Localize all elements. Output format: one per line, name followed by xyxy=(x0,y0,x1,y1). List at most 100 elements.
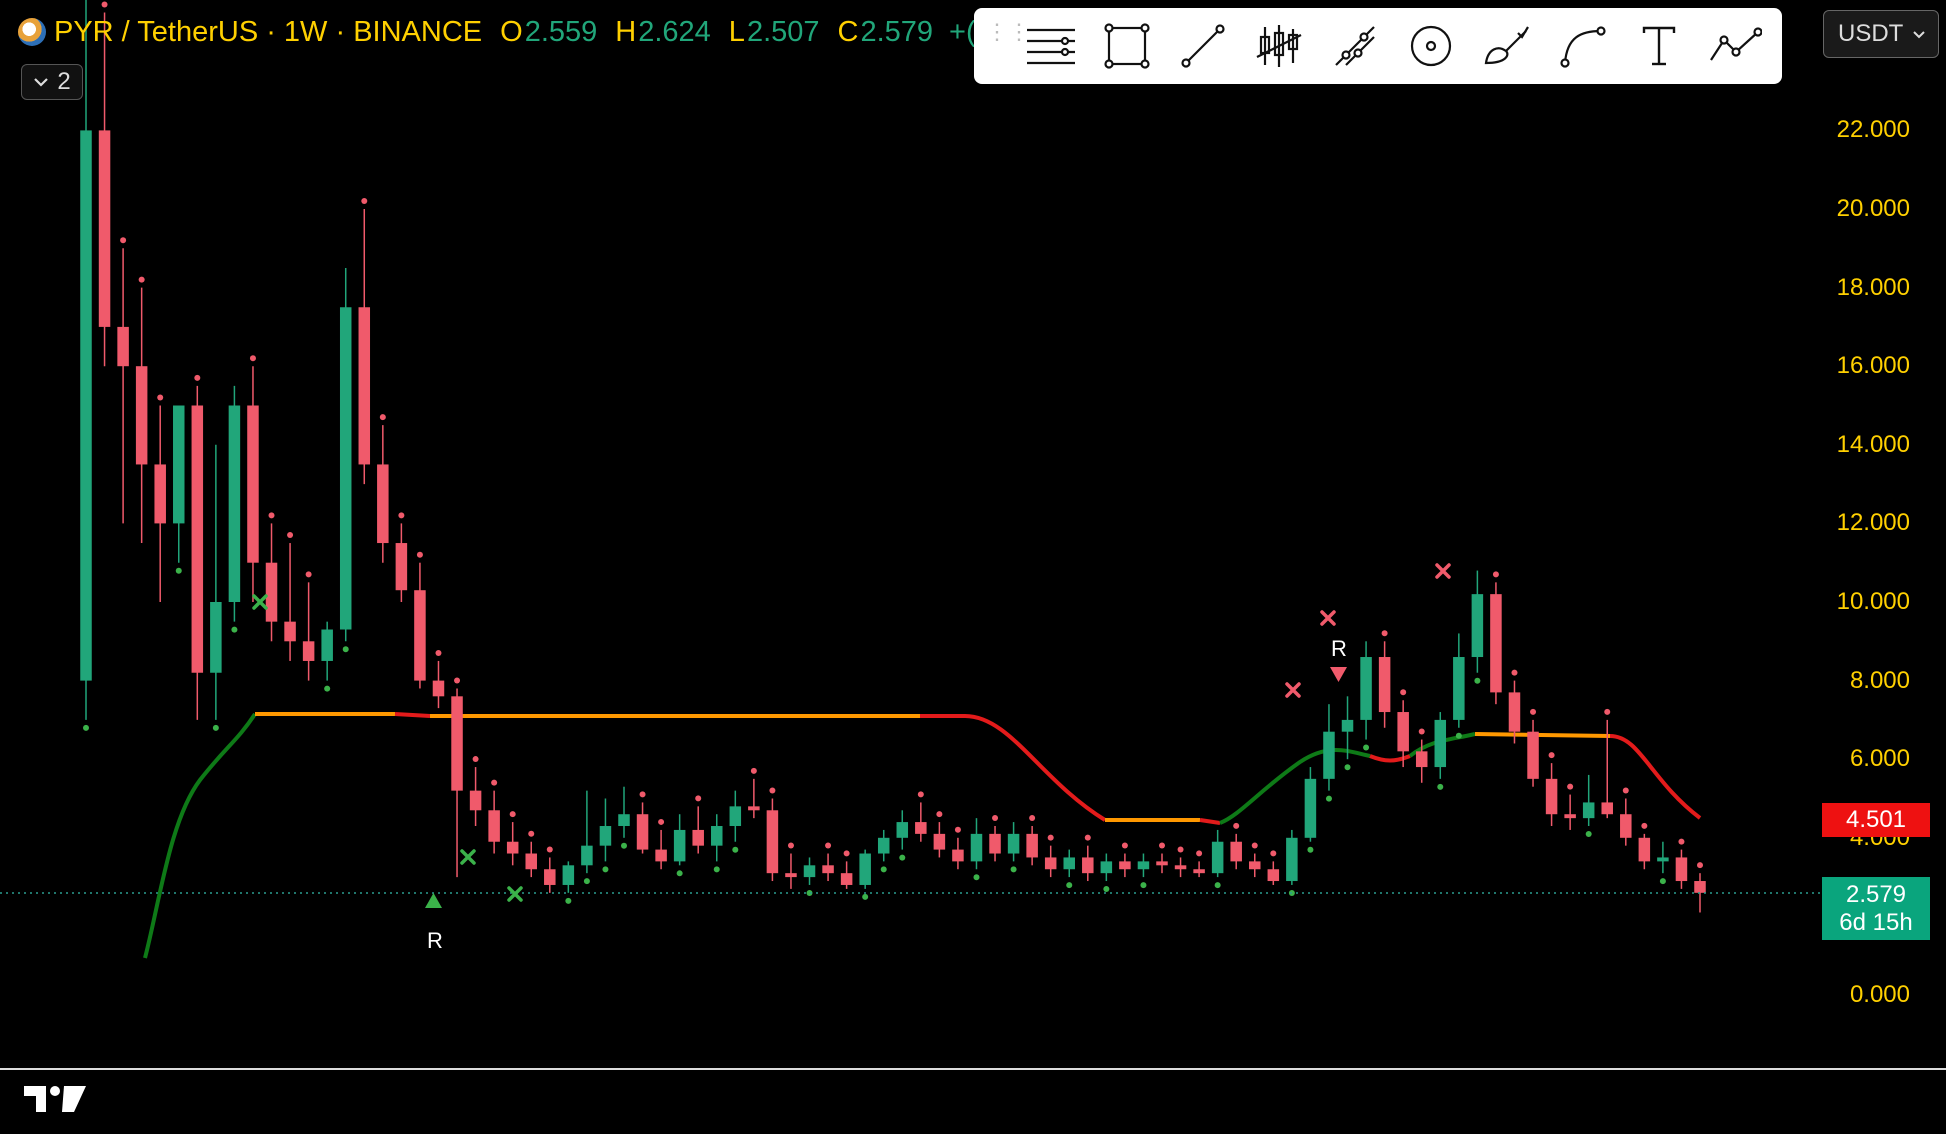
signal-dot xyxy=(305,571,312,578)
horizontal-lines-tool[interactable] xyxy=(1020,18,1082,74)
candle xyxy=(469,767,482,827)
candle-body xyxy=(1267,869,1280,882)
signal-dot xyxy=(1084,834,1091,841)
candle xyxy=(785,853,797,889)
candle-body xyxy=(228,405,241,602)
candle-body xyxy=(803,865,816,878)
signal-dot xyxy=(175,567,182,574)
candle xyxy=(210,444,222,720)
candle xyxy=(1249,853,1261,878)
rectangle-tool[interactable] xyxy=(1096,18,1158,74)
candle-body xyxy=(117,326,129,367)
signal-dot xyxy=(435,649,442,656)
trail-segment-red xyxy=(1199,818,1221,825)
candle xyxy=(1156,853,1168,874)
candle xyxy=(1174,857,1187,878)
candle-body xyxy=(135,366,148,465)
brush-tool[interactable] xyxy=(1476,18,1538,74)
signal-dot xyxy=(602,866,609,873)
signal-dot xyxy=(1010,866,1017,873)
signal-dot xyxy=(1418,728,1425,735)
candle-body xyxy=(358,307,371,465)
candle xyxy=(247,366,259,602)
candle-body xyxy=(581,845,593,866)
coin-logo-icon xyxy=(18,18,46,46)
text-tool[interactable] xyxy=(1628,18,1690,74)
pattern-tool[interactable] xyxy=(1704,18,1766,74)
candle xyxy=(1453,633,1465,728)
price-tick-label: 8.000 xyxy=(1849,666,1910,694)
candle-body xyxy=(1211,841,1224,874)
candle-body xyxy=(1397,712,1409,752)
candle xyxy=(1564,794,1576,830)
candles xyxy=(80,0,1706,913)
signal-dot xyxy=(1344,764,1351,771)
indicators-collapse-button[interactable]: 2 xyxy=(21,64,83,100)
candle xyxy=(915,802,927,842)
signal-dot xyxy=(1585,831,1592,838)
signal-dot xyxy=(1492,571,1499,578)
candle-body xyxy=(896,822,909,838)
candle xyxy=(1675,849,1688,889)
candle xyxy=(562,861,575,893)
low-label: L xyxy=(728,15,745,48)
candle xyxy=(135,287,148,544)
signal-dot xyxy=(1548,752,1555,759)
price-tick-label: 20.000 xyxy=(1836,195,1910,222)
candle-body xyxy=(1620,814,1632,838)
candle xyxy=(1119,853,1131,878)
candle xyxy=(748,778,760,819)
horizontal-lines-icon xyxy=(1027,28,1075,65)
candle-body xyxy=(1174,865,1187,870)
curve-tool[interactable] xyxy=(1552,18,1614,74)
symbol-legend[interactable]: PYR / TetherUS · 1W · BINANCE O 2.559 H 2.… xyxy=(18,12,976,52)
candle xyxy=(284,543,296,661)
change-value: +( xyxy=(949,15,976,48)
candle-body xyxy=(1471,594,1484,658)
candle xyxy=(655,829,667,870)
signal-dot xyxy=(1251,842,1258,849)
signal-dot xyxy=(231,626,238,633)
candle xyxy=(377,425,389,563)
candle-body xyxy=(1304,778,1317,838)
path-icon xyxy=(1335,26,1375,66)
signal-dot xyxy=(1140,882,1147,889)
candle xyxy=(822,853,834,882)
price-chart[interactable] xyxy=(0,0,1946,1068)
signal-dot xyxy=(157,394,164,401)
tradingview-logo-icon[interactable] xyxy=(24,1082,86,1116)
trend-line-tool[interactable] xyxy=(1172,18,1234,74)
signal-dot xyxy=(1177,846,1184,853)
candle xyxy=(1582,774,1595,827)
signal-dot xyxy=(621,842,627,849)
circle-tool[interactable] xyxy=(1400,18,1462,74)
candle-body xyxy=(748,806,760,811)
candle xyxy=(1063,849,1075,878)
candle xyxy=(673,814,686,866)
price-tick-label: 16.000 xyxy=(1836,352,1910,380)
candle-body xyxy=(1657,857,1669,862)
candle-body xyxy=(488,810,500,842)
signal-dot xyxy=(825,842,832,849)
candle-body xyxy=(1119,861,1131,870)
price-tick-label: 18.000 xyxy=(1836,273,1910,301)
candle-body xyxy=(1230,841,1242,862)
candle xyxy=(1545,763,1558,827)
candle xyxy=(636,802,649,854)
pattern-icon xyxy=(1710,27,1762,61)
signal-dot xyxy=(1196,850,1203,857)
currency-select[interactable]: USDT xyxy=(1823,10,1939,58)
drag-handle-icon[interactable]: ⋮⋮ xyxy=(986,21,1030,66)
candle-body xyxy=(562,865,575,885)
signal-dot xyxy=(120,237,127,244)
candles-tool[interactable] xyxy=(1248,18,1310,74)
candle xyxy=(1026,826,1038,866)
drawing-toolbar[interactable]: ⋮⋮ xyxy=(974,8,1782,84)
path-tool[interactable] xyxy=(1324,18,1386,74)
candle xyxy=(1638,833,1651,870)
candle xyxy=(599,798,612,862)
candle xyxy=(488,790,500,854)
symbol-title[interactable]: PYR / TetherUS · 1W · BINANCE xyxy=(54,16,482,49)
signal-dot xyxy=(917,791,924,798)
signal-dot xyxy=(992,815,999,822)
